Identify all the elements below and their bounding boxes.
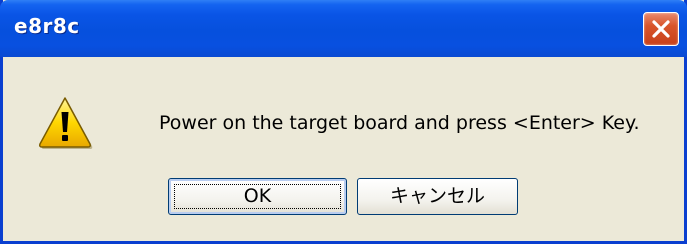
ok-button[interactable]: OK	[168, 178, 347, 215]
cancel-button-label: キャンセル	[389, 185, 485, 207]
warning-icon	[39, 97, 93, 149]
window-title: e8r8c	[14, 14, 80, 38]
cancel-button[interactable]: キャンセル	[357, 178, 518, 215]
close-button[interactable]	[643, 12, 679, 46]
ok-button-label: OK	[243, 185, 272, 207]
close-x-icon	[652, 20, 670, 38]
title-bar[interactable]: e8r8c	[0, 0, 687, 57]
message-dialog: e8r8c Power on the target board and pres…	[0, 0, 687, 244]
dialog-message: Power on the target board and press <Ent…	[159, 112, 640, 134]
